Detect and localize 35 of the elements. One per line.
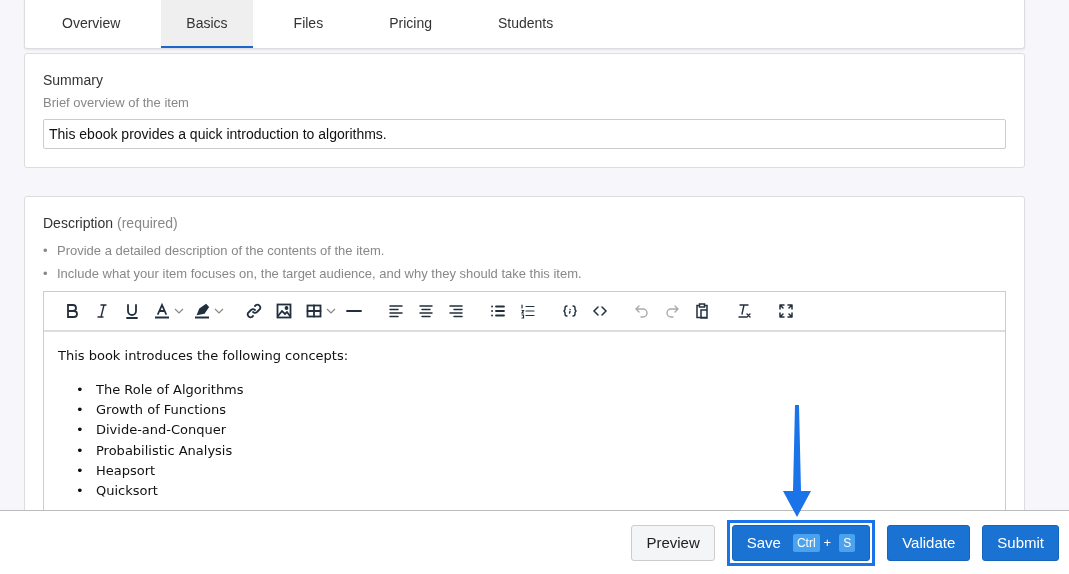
bullet-text: •: [76, 381, 85, 399]
action-button[interactable]: Preview: [631, 524, 715, 561]
chevron-icon[interactable]: [214, 307, 224, 315]
tab[interactable]: Basics: [161, 0, 253, 48]
bullet-text: •: [43, 242, 49, 260]
field-hint: Brief overview of the item: [43, 95, 190, 110]
guideline-text: Provide a detailed description of the contents of the item.: [57, 242, 385, 260]
action-button[interactable]: Submit: [982, 524, 1059, 561]
required-note: (required): [117, 215, 178, 231]
editor-text: This book introduces the following concepts:: [58, 348, 350, 363]
list-item-text: Probabilistic Analysis: [96, 441, 233, 460]
bullet-text: •: [76, 441, 85, 460]
summary-field[interactable]: This ebook provides a quick introduction to algorithms.: [43, 119, 1006, 149]
arrow-icon: [781, 404, 812, 517]
bullet-text: •: [76, 421, 85, 440]
list-item-text: Growth of Functions: [96, 401, 226, 420]
bullet-text: •: [76, 401, 85, 420]
tab[interactable]: Files: [268, 0, 349, 48]
chevron-icon[interactable]: [326, 307, 336, 315]
guideline-text: Include what your item focuses on, the target audience, and why they should take this item.: [57, 265, 582, 283]
action-button[interactable]: Validate: [887, 524, 971, 561]
list-item-text: The Role of Algorithms: [96, 381, 244, 399]
tab[interactable]: Pricing: [364, 0, 457, 48]
field-label: Description: [43, 215, 114, 231]
list-item-text: Heapsort: [96, 461, 156, 480]
bullet-text: •: [76, 482, 85, 500]
list-item-text: Quicksort: [96, 482, 158, 500]
tab[interactable]: Students: [472, 0, 579, 48]
save-button[interactable]: Save Ctrl + S: [731, 524, 871, 561]
list-item-text: Divide-and-Conquer: [96, 421, 227, 440]
tab[interactable]: Overview: [37, 0, 146, 48]
bullet-text: •: [43, 265, 49, 283]
chevron-icon[interactable]: [174, 307, 184, 315]
bullet-text: •: [76, 461, 85, 480]
field-label: Summary: [43, 72, 104, 88]
